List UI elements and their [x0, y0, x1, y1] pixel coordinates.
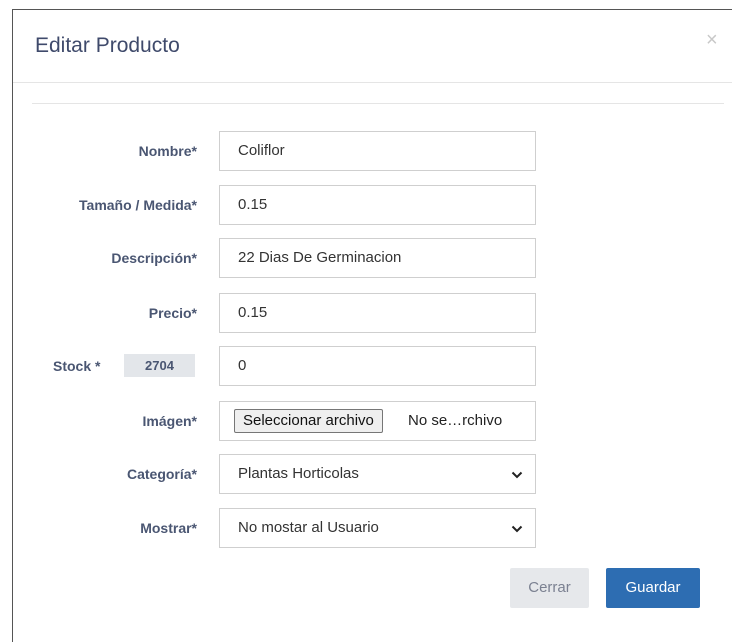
descripcion-input[interactable]: 22 Dias De Germinacion [219, 238, 536, 278]
tamano-input[interactable]: 0.15 [219, 185, 536, 225]
tamano-label: Tamaño / Medida* [79, 197, 197, 213]
mostrar-select[interactable]: No mostar al Usuario [219, 508, 536, 548]
file-name-text: No se…rchivo [408, 412, 503, 429]
save-button[interactable]: Guardar [606, 568, 700, 608]
nombre-label: Nombre* [138, 143, 197, 159]
categoria-label: Categoría* [126, 466, 197, 482]
precio-input[interactable]: 0.15 [219, 293, 536, 333]
divider [32, 103, 724, 104]
edit-product-modal: Editar Producto × Nombre* Coliflor Tamañ… [12, 9, 732, 642]
nombre-input[interactable]: Coliflor [219, 131, 536, 171]
chevron-down-icon [511, 471, 523, 479]
precio-label: Precio* [148, 305, 197, 321]
modal-title: Editar Producto [35, 34, 180, 57]
form-row-stock: Stock * 2704 0 [13, 346, 732, 386]
descripcion-label: Descripción* [111, 250, 197, 266]
stock-current-badge: 2704 [124, 354, 195, 377]
imagen-label: Imágen* [142, 413, 197, 429]
form-row-mostrar: Mostrar* No mostar al Usuario [13, 508, 732, 548]
mostrar-selected: No mostar al Usuario [238, 519, 379, 536]
chevron-down-icon [511, 525, 523, 533]
form-row-precio: Precio* 0.15 [13, 293, 732, 333]
cancel-button[interactable]: Cerrar [510, 568, 589, 608]
form-row-tamano: Tamaño / Medida* 0.15 [13, 185, 732, 225]
stock-label: Stock * [53, 358, 101, 374]
close-icon[interactable]: × [706, 30, 718, 50]
modal-header: Editar Producto × [13, 10, 732, 83]
choose-file-button[interactable]: Seleccionar archivo [234, 409, 383, 433]
form-row-categoria: Categoría* Plantas Horticolas [13, 454, 732, 494]
form-row-descripcion: Descripción* 22 Dias De Germinacion [13, 238, 732, 278]
form-row-imagen: Imágen* Seleccionar archivo No se…rchivo [13, 401, 732, 441]
categoria-selected: Plantas Horticolas [238, 465, 359, 482]
form-row-nombre: Nombre* Coliflor [13, 131, 732, 171]
mostrar-label: Mostrar* [140, 520, 197, 536]
stock-input[interactable]: 0 [219, 346, 536, 386]
categoria-select[interactable]: Plantas Horticolas [219, 454, 536, 494]
